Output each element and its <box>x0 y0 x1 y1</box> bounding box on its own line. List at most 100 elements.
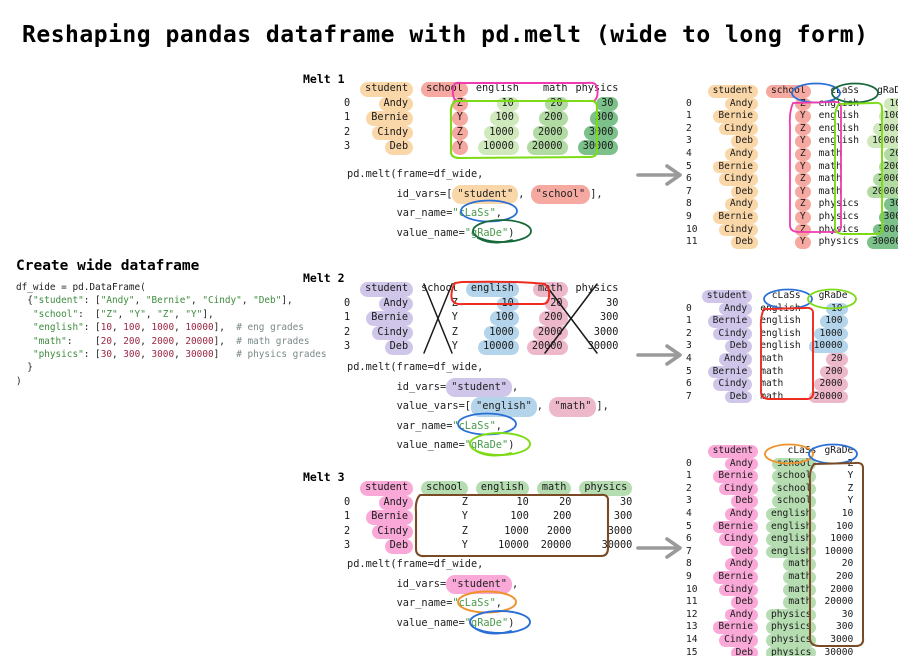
melt2-src-index: 1 <box>344 312 351 324</box>
melt3-res-grade: 20000 <box>824 596 854 608</box>
create-code-token: , <box>174 335 186 347</box>
melt3-res-student: Deb <box>704 495 762 508</box>
melt1-res-class: math <box>818 147 842 159</box>
melt3-melt-code: pd.melt(frame=df_wide, id_vars= "student"… <box>347 555 518 633</box>
melt1-res-school-value: Y <box>794 160 811 174</box>
table-row: 8 Andy Zphysics 30 <box>682 198 898 211</box>
melt1-code-token: "school" <box>530 184 591 204</box>
table-row: 1 Bernie school Y <box>682 470 857 483</box>
melt3-src-header-physics: physics <box>575 481 636 496</box>
melt3-res-class-value: school <box>771 457 817 471</box>
melt2-res-index: 6 <box>686 378 692 390</box>
melt3-src-student-value: Deb <box>384 539 414 554</box>
melt2-res-student: Bernie <box>698 315 756 328</box>
melt2-res-grade-value: 1000 <box>814 327 848 341</box>
melt1-res-school-value: Y <box>794 236 811 249</box>
melt3-res-index: 0 <box>686 457 692 469</box>
melt1-src-school-value: Y <box>451 140 468 155</box>
melt1-src-student: Deb <box>356 140 417 155</box>
table-row: 1 Bernie Yenglish 100 <box>682 110 898 123</box>
create-code-token: "student" <box>32 295 84 307</box>
melt3-src-student-value: Andy <box>378 495 414 511</box>
melt2-res-grade: 200 <box>805 365 852 379</box>
melt1-res-grade: 300 <box>863 210 898 224</box>
melt1-res-school-value: Z <box>794 147 811 161</box>
melt1-res-grade-value: 10000 <box>867 135 898 148</box>
melt2-result-grid: student cLaSs gRaDe 0 Andy english 10 1 Bernie en… <box>682 290 852 404</box>
melt3-res-class-value: school <box>771 495 817 508</box>
table-row: 14 Cindy physics 3000 <box>682 633 857 647</box>
melt2-res-class: math <box>760 365 784 377</box>
create-code-token: "Y" <box>128 308 146 320</box>
create-code-token: , <box>145 308 158 320</box>
melt1-res-header-class: cLaSs <box>830 85 860 96</box>
table-header-row: student school cLaSs gRaDe <box>682 85 898 98</box>
melt3-res-student-value: Deb <box>730 495 758 508</box>
table-row: 7 Deb math 20000 <box>682 390 852 404</box>
melt1-src-index: 1 <box>344 112 351 124</box>
melt3-res-class-value: english <box>766 545 817 559</box>
melt1-src-student-value: Andy <box>378 96 414 112</box>
melt3-res-index: 1 <box>686 470 692 482</box>
table-row: 6 Cindy math 2000 <box>682 378 852 391</box>
melt2-code-line: var_name="cLaSs", <box>347 417 609 437</box>
table-header-row: student school english math physics <box>340 82 622 97</box>
melt2-res-student-value: Cindy <box>713 378 753 391</box>
melt3-src-header-math-label: math <box>536 481 572 496</box>
melt3-code-token: "gRaDe" <box>464 616 509 629</box>
melt1-res-student: Bernie <box>704 210 762 224</box>
create-code-token: 20 <box>100 335 112 347</box>
create-code-token: , <box>111 322 124 334</box>
create-code-token: , <box>140 322 152 334</box>
melt2-src-english-value: 10000 <box>478 340 519 355</box>
melt3-res-grade: 300 <box>836 621 854 633</box>
melt1-res-school: Y <box>762 210 815 224</box>
melt2-res-index: 5 <box>686 365 692 377</box>
melt3-res-index: 4 <box>686 507 692 519</box>
melt3-code-line: pd.melt(frame=df_wide, <box>347 555 518 575</box>
create-code-token: # physics grades <box>236 349 327 361</box>
melt2-res-grade: 10 <box>805 302 852 316</box>
melt3-src-math: 200 <box>552 511 572 523</box>
melt1-res-grade-value: 300 <box>878 210 898 224</box>
create-code-token: "Bernie" <box>145 295 192 307</box>
table-row: 2 Cindy Z 1000 2000 3000 <box>340 125 622 141</box>
melt1-melt-code: pd.melt(frame=df_wide, id_vars=["student… <box>347 165 603 243</box>
melt3-res-student-value: Andy <box>724 457 758 471</box>
melt3-res-class: math <box>762 570 820 584</box>
melt3-res-student: Deb <box>704 545 762 559</box>
create-code-token: df_wide = pd.DataFrame( <box>16 282 146 293</box>
melt1-source-table: student school english math physics 0 Andy Z 10 2… <box>340 82 622 155</box>
melt3-res-student: Bernie <box>704 570 762 584</box>
melt3-res-student-value: Bernie <box>713 621 758 634</box>
melt1-src-school-value: Y <box>451 111 468 126</box>
melt3-res-grade: Y <box>847 470 854 482</box>
melt1-result-table: student school cLaSs gRaDe 0 Andy Zenglish 10 1 B… <box>682 85 898 249</box>
melt3-res-header-student: student <box>704 445 762 458</box>
melt3-res-header-grade: gRaDe <box>824 445 854 456</box>
melt3-result-grid: student cLaSs gRaDe 0 Andy school Z 1 Bernie scho… <box>682 445 857 656</box>
table-row: 0 Andy Z 10 20 30 <box>340 96 622 112</box>
melt3-res-class-value: physics <box>766 608 817 622</box>
melt2-code-token: var_name= <box>347 419 453 432</box>
melt1-src-school: Y <box>417 140 472 155</box>
melt1-res-school: Z <box>762 97 815 111</box>
melt1-res-grade: 3000 <box>863 223 898 237</box>
create-code-line: } <box>16 361 327 374</box>
melt2-res-grade: 20 <box>805 352 852 366</box>
melt2-code-token: ) <box>508 439 515 451</box>
melt3-res-student: Cindy <box>704 482 762 496</box>
melt3-res-class: physics <box>762 646 820 656</box>
table-row: 6 Cindy Zmath 2000 <box>682 173 898 186</box>
table-row: 3 Deb school Y <box>682 495 857 508</box>
melt3-src-student: Bernie <box>356 510 417 525</box>
table-row: 3 Deb english 10000 <box>682 340 852 353</box>
melt1-code-line: id_vars=["student", "school"], <box>347 184 603 204</box>
melt2-res-student: Andy <box>698 302 756 316</box>
melt1-res-class: english <box>818 97 860 109</box>
melt1-src-header-student-label: student <box>360 82 414 97</box>
melt3-src-school: Y <box>461 511 468 523</box>
page-title: Reshaping pandas dataframe with pd.melt … <box>22 22 869 48</box>
melt1-res-index: 8 <box>686 198 692 210</box>
melt2-source-table: student school english math physics 0 Andy Z 10 2… <box>340 282 622 355</box>
